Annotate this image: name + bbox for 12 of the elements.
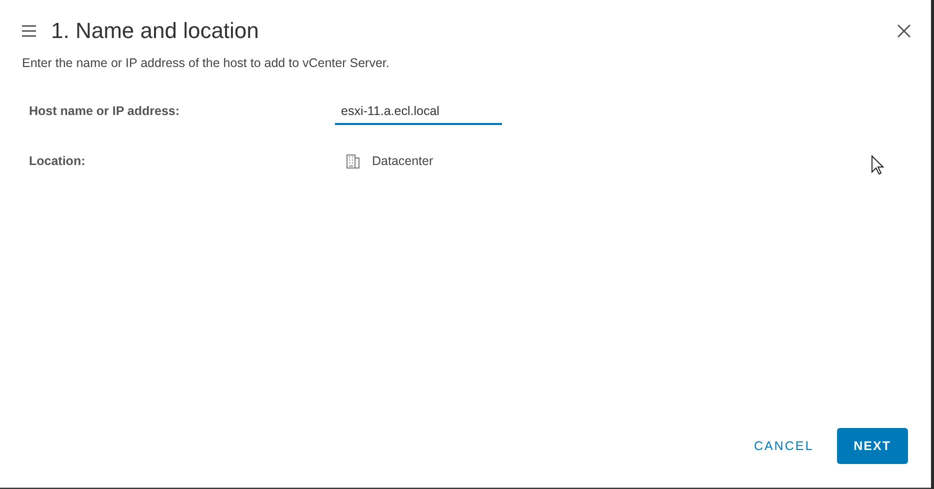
next-button[interactable]: NEXT: [836, 428, 908, 464]
field-label: Location:: [29, 153, 86, 170]
field-label: Host name or IP address:: [29, 103, 181, 120]
cancel-button[interactable]: CANCEL: [750, 428, 817, 464]
host-input-field[interactable]: esxi-11.a.ecl.local: [335, 98, 502, 125]
dialog-subtitle: Enter the name or IP address of the host to add to vCenter Server.: [22, 55, 390, 72]
close-button[interactable]: [895, 22, 913, 40]
dialog-title: 1. Name and location: [51, 17, 259, 45]
mouse-cursor-icon: [871, 155, 884, 175]
menu-icon[interactable]: [22, 25, 36, 37]
building-icon: [346, 154, 360, 170]
location-value: Datacenter: [372, 153, 434, 170]
